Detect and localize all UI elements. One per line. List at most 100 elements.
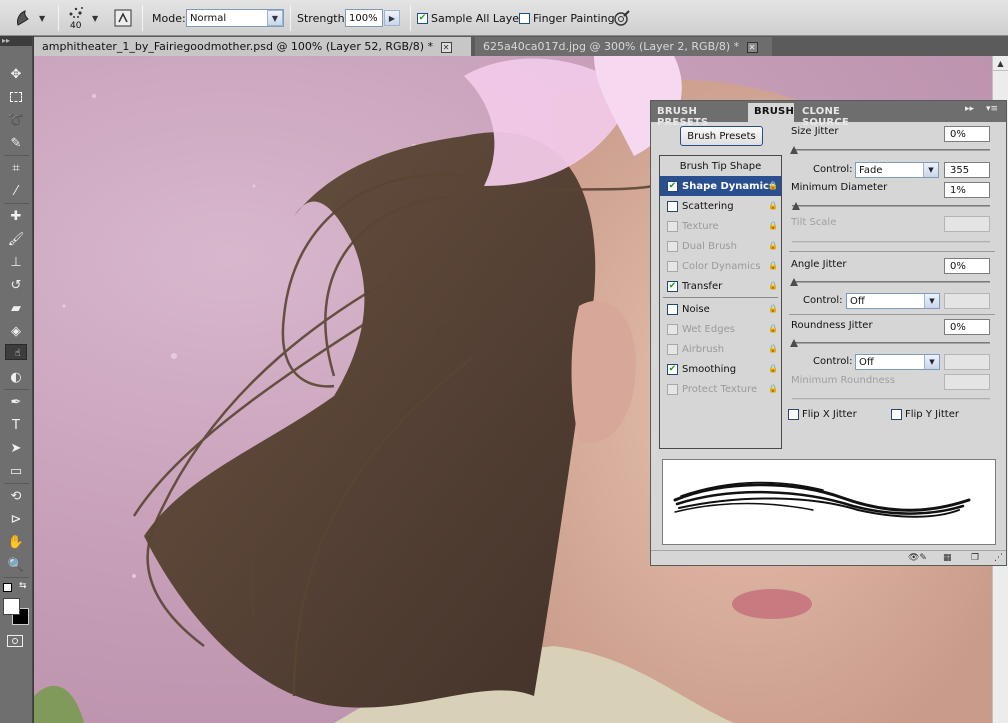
lock-icon[interactable]: 🔒: [768, 261, 778, 271]
paint-bucket-tool-icon[interactable]: ◈: [5, 321, 27, 341]
lock-icon[interactable]: 🔒: [768, 324, 778, 334]
size-jitter-input[interactable]: 0%: [944, 126, 990, 142]
strength-input[interactable]: 100% ▶: [345, 0, 400, 36]
checkbox-unchecked[interactable]: [667, 240, 678, 252]
sample-all-layers-checkbox[interactable]: ✔ Sample All Layers: [417, 0, 529, 36]
checkbox-checked[interactable]: ✔: [667, 280, 678, 292]
minimum-diameter-slider[interactable]: [792, 202, 990, 210]
swap-colors-icon[interactable]: ⇆: [19, 581, 27, 591]
setting-dual-brush[interactable]: Dual Brush 🔒: [660, 236, 781, 256]
hand-tool-icon[interactable]: ✋: [5, 532, 27, 552]
slider-thumb[interactable]: [790, 278, 798, 286]
finger-painting-checkbox[interactable]: Finger Painting: [519, 0, 615, 36]
tab-document-2[interactable]: 625a40ca017d.jpg @ 300% (Layer 2, RGB/8)…: [475, 37, 772, 56]
quick-selection-tool-icon[interactable]: ✎: [5, 133, 27, 153]
angle-control-select[interactable]: Off ▼: [846, 293, 940, 309]
checkbox-checked[interactable]: ✔: [667, 180, 678, 192]
lock-icon[interactable]: 🔒: [768, 181, 778, 191]
setting-smoothing[interactable]: ✔ Smoothing 🔒: [660, 359, 781, 379]
checkbox-unchecked[interactable]: [667, 343, 678, 355]
setting-shape-dynamics[interactable]: ✔ Shape Dynamics 🔒: [660, 176, 781, 196]
setting-texture[interactable]: Texture 🔒: [660, 216, 781, 236]
healing-brush-tool-icon[interactable]: ✚: [5, 206, 27, 226]
smudge-tool-preset-picker[interactable]: ▼: [12, 0, 45, 36]
dodge-tool-icon[interactable]: ◐: [5, 367, 27, 387]
panel-grip[interactable]: ▸▸: [0, 36, 32, 46]
default-colors-icon[interactable]: [3, 583, 12, 592]
lock-icon[interactable]: 🔒: [768, 281, 778, 291]
new-brush-icon[interactable]: ❐: [971, 553, 979, 563]
close-icon[interactable]: ✕: [746, 41, 758, 53]
tablet-pressure-button[interactable]: [613, 0, 631, 36]
pen-tool-icon[interactable]: ✒: [5, 392, 27, 412]
checkbox-unchecked[interactable]: [667, 323, 678, 335]
setting-scattering[interactable]: Scattering 🔒: [660, 196, 781, 216]
lock-icon[interactable]: 🔒: [768, 201, 778, 211]
setting-color-dynamics[interactable]: Color Dynamics 🔒: [660, 256, 781, 276]
zoom-tool-icon[interactable]: 🔍: [5, 555, 27, 575]
tab-brush[interactable]: BRUSH: [748, 103, 794, 122]
toggle-live-tip-icon[interactable]: 👁✎: [908, 553, 927, 563]
angle-jitter-slider[interactable]: [790, 278, 990, 286]
lock-icon[interactable]: 🔒: [768, 241, 778, 251]
rectangle-tool-icon[interactable]: ▭: [5, 461, 27, 481]
eraser-tool-icon[interactable]: ▰: [5, 298, 27, 318]
path-selection-tool-icon[interactable]: ➤: [5, 438, 27, 458]
mode-select[interactable]: Normal ▼: [186, 0, 284, 36]
tab-document-1[interactable]: amphitheater_1_by_Fairiegoodmother.psd @…: [34, 37, 471, 56]
toggle-brush-panel-button[interactable]: [114, 0, 132, 36]
strength-slider-button[interactable]: ▶: [384, 10, 400, 26]
brush-tool-icon[interactable]: 🖌: [5, 229, 27, 249]
slider-thumb[interactable]: [790, 146, 798, 154]
marquee-tool-icon[interactable]: [5, 87, 27, 107]
clone-stamp-tool-icon[interactable]: ⊥: [5, 252, 27, 272]
slider-thumb[interactable]: [792, 202, 800, 210]
fade-steps-input[interactable]: 355: [944, 162, 990, 178]
roundness-jitter-input[interactable]: 0%: [944, 319, 990, 335]
angle-jitter-input[interactable]: 0%: [944, 258, 990, 274]
setting-brush-tip-shape[interactable]: Brush Tip Shape: [660, 156, 781, 176]
lock-icon[interactable]: 🔒: [768, 304, 778, 314]
crop-tool-icon[interactable]: ⌗: [5, 158, 27, 178]
eyedropper-tool-icon[interactable]: ⁄: [5, 181, 27, 201]
checkbox-unchecked[interactable]: [667, 383, 678, 395]
tab-brush-presets[interactable]: BRUSH PRESETS: [651, 103, 748, 128]
setting-transfer[interactable]: ✔ Transfer 🔒: [660, 276, 781, 296]
smudge-tool-icon[interactable]: ☝: [5, 344, 27, 360]
roundness-control-select[interactable]: Off ▼: [855, 354, 940, 370]
checkbox-checked[interactable]: ✔: [667, 363, 678, 375]
lasso-tool-icon[interactable]: ➰: [5, 110, 27, 130]
foreground-color-swatch[interactable]: [3, 598, 20, 615]
checkbox-unchecked[interactable]: [667, 260, 678, 272]
quick-mask-icon[interactable]: [7, 635, 23, 647]
checkbox-unchecked[interactable]: [667, 220, 678, 232]
checkbox-unchecked[interactable]: [667, 200, 678, 212]
setting-protect-texture[interactable]: Protect Texture 🔒: [660, 379, 781, 399]
flip-x-jitter-checkbox[interactable]: [788, 409, 799, 420]
3d-orbit-tool-icon[interactable]: ⊳: [5, 509, 27, 529]
lock-icon[interactable]: 🔒: [768, 344, 778, 354]
3d-rotate-tool-icon[interactable]: ⟲: [5, 486, 27, 506]
brush-presets-button[interactable]: Brush Presets: [680, 126, 763, 146]
size-jitter-slider[interactable]: [790, 146, 990, 154]
lock-icon[interactable]: 🔒: [768, 221, 778, 231]
checkbox-unchecked[interactable]: [667, 303, 678, 315]
tab-clone-source[interactable]: CLONE SOURCE: [796, 103, 888, 128]
lock-icon[interactable]: 🔒: [768, 364, 778, 374]
lock-icon[interactable]: 🔒: [768, 384, 778, 394]
setting-noise[interactable]: Noise 🔒: [660, 299, 781, 319]
slider-thumb[interactable]: [790, 339, 798, 347]
scroll-up-icon[interactable]: ▲: [993, 56, 1008, 71]
brush-preset-grid-icon[interactable]: ▦: [943, 553, 952, 563]
history-brush-tool-icon[interactable]: ↺: [5, 275, 27, 295]
setting-airbrush[interactable]: Airbrush 🔒: [660, 339, 781, 359]
minimum-diameter-input[interactable]: 1%: [944, 182, 990, 198]
size-control-select[interactable]: Fade ▼: [855, 162, 939, 178]
close-icon[interactable]: ✕: [440, 41, 452, 53]
move-tool-icon[interactable]: ✥: [5, 64, 27, 84]
collapse-panel-icon[interactable]: ▸▸: [965, 104, 974, 114]
flip-y-jitter-checkbox[interactable]: [891, 409, 902, 420]
type-tool-icon[interactable]: T: [5, 415, 27, 435]
resize-grip-icon[interactable]: ⋰: [994, 553, 1003, 563]
setting-wet-edges[interactable]: Wet Edges 🔒: [660, 319, 781, 339]
